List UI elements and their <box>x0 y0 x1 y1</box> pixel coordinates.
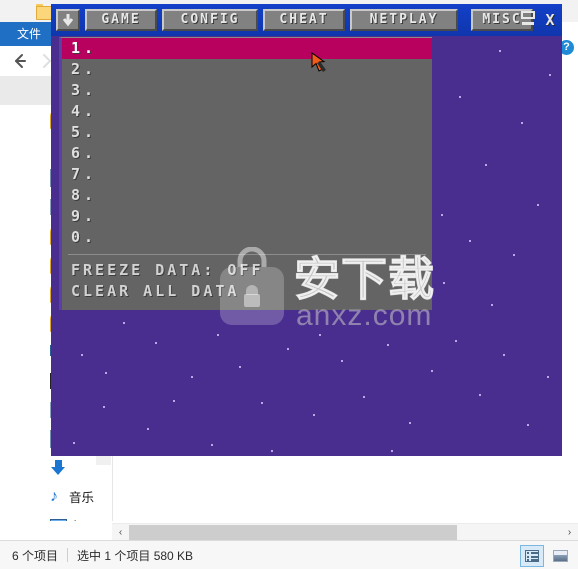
list-item-music[interactable]: ♪ 音乐 <box>0 482 112 511</box>
clear-all-data-option[interactable]: CLEAR ALL DATA <box>62 281 432 302</box>
downloads-icon <box>50 459 67 476</box>
status-divider <box>67 548 69 562</box>
menu-game[interactable]: GAME <box>85 9 157 31</box>
details-view-icon <box>525 550 539 562</box>
close-button[interactable]: X <box>540 9 560 31</box>
freeze-data-option[interactable]: FREEZE DATA: OFF <box>62 260 432 281</box>
cheat-slot-2[interactable]: 2. <box>62 59 432 80</box>
cheat-slot-3[interactable]: 3. <box>62 80 432 101</box>
cheat-slot-0[interactable]: 0. <box>62 227 432 248</box>
minimize-button[interactable] <box>518 9 538 31</box>
emulator-window: GAME CONFIG CHEAT NETPLAY MISC X 1. 2. 3… <box>51 4 562 456</box>
menu-cheat[interactable]: CHEAT <box>263 9 345 31</box>
arrow-cursor <box>309 51 335 77</box>
cheat-panel: 1. 2. 3. 4. 5. 6. 7. 8. 9. 0. FREEZE DAT… <box>59 37 432 310</box>
scroll-left-icon[interactable]: ‹ <box>112 524 129 541</box>
folder-icon[interactable] <box>36 4 53 20</box>
selection-label: 选中 1 个项目 580 KB <box>77 548 194 563</box>
window-controls: X <box>518 9 560 31</box>
details-view-button[interactable] <box>520 545 544 567</box>
item-count-label: 6 个项目 <box>12 548 59 563</box>
cheat-slot-8[interactable]: 8. <box>62 185 432 206</box>
tab-file[interactable]: 文件 <box>0 22 58 46</box>
cheat-slot-9[interactable]: 9. <box>62 206 432 227</box>
scrollbar-thumb[interactable] <box>129 525 457 540</box>
cheat-slot-7[interactable]: 7. <box>62 164 432 185</box>
emulator-menubar: GAME CONFIG CHEAT NETPLAY MISC X <box>51 4 562 36</box>
horizontal-scrollbar[interactable]: ‹ › <box>112 523 578 541</box>
large-icons-view-button[interactable] <box>548 545 572 567</box>
cheat-slot-6[interactable]: 6. <box>62 143 432 164</box>
cheat-slot-4[interactable]: 4. <box>62 101 432 122</box>
cheat-slot-5[interactable]: 5. <box>62 122 432 143</box>
list-item-desktop[interactable]: 桌面 <box>0 511 112 521</box>
collapse-menu-button[interactable] <box>56 9 80 31</box>
large-icons-view-icon <box>552 550 568 562</box>
panel-divider <box>68 254 426 255</box>
status-bar: 6 个项目 选中 1 个项目 580 KB <box>0 540 578 569</box>
menu-config[interactable]: CONFIG <box>162 9 258 31</box>
back-arrow-icon[interactable] <box>8 50 32 72</box>
cheat-slot-1[interactable]: 1. <box>62 38 432 59</box>
music-icon: ♪ <box>50 487 58 505</box>
view-mode-buttons <box>520 545 572 567</box>
scroll-right-icon[interactable]: › <box>561 524 578 541</box>
desktop-icon <box>50 518 67 521</box>
menu-netplay[interactable]: NETPLAY <box>350 9 458 31</box>
